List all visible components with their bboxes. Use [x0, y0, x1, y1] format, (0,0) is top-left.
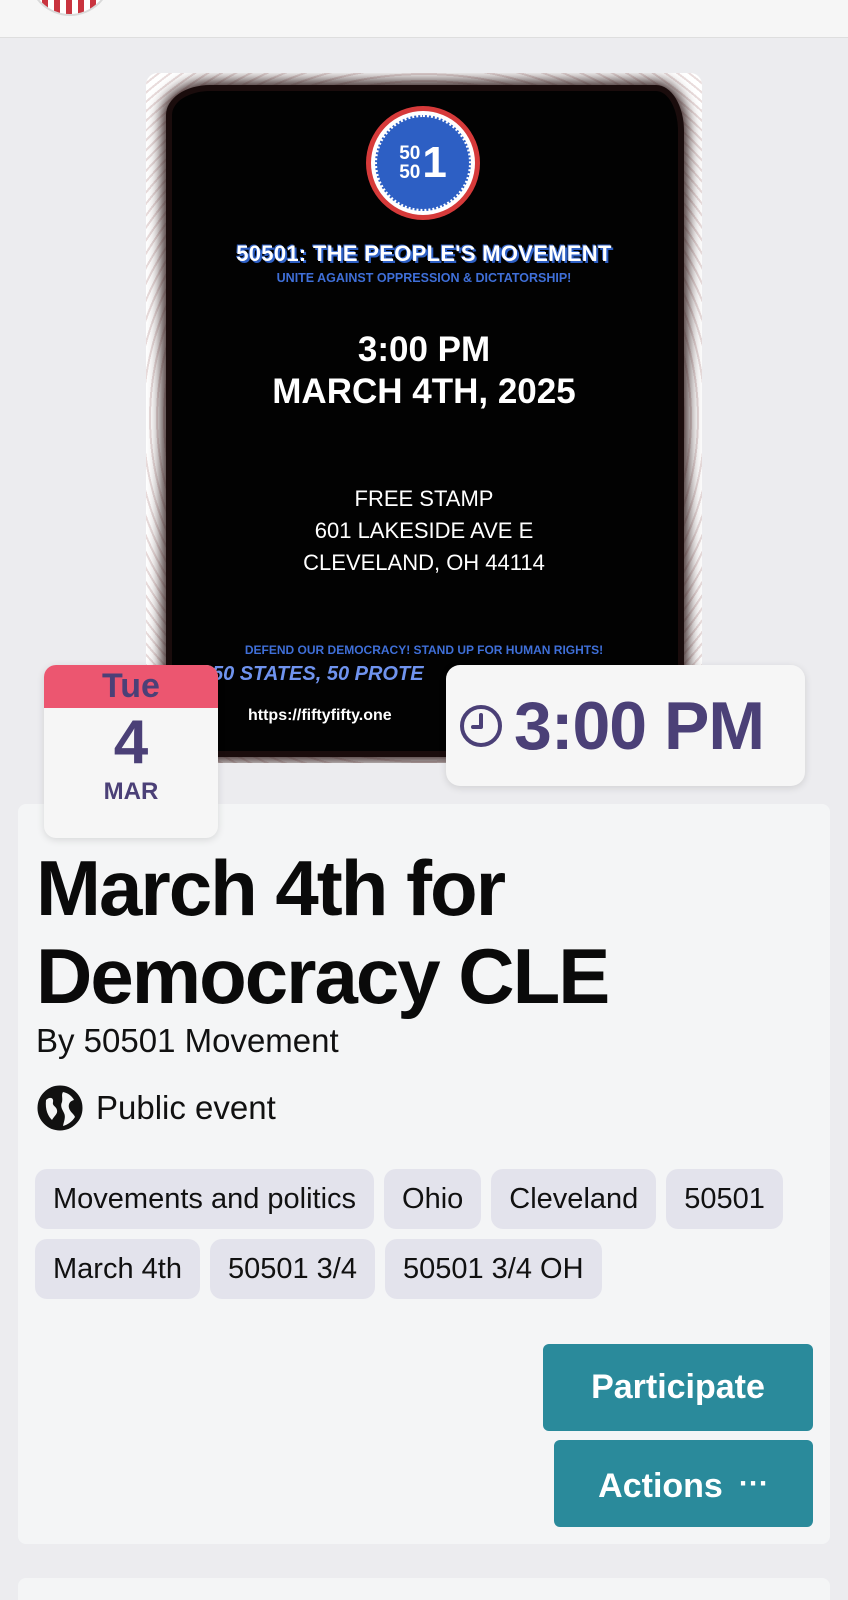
poster-address-line1: FREE STAMP: [354, 486, 494, 511]
event-poster-image: 50 50 1 50501: THE PEOPLE'S MOVEMENT UNI…: [146, 73, 702, 763]
tag-march-4th[interactable]: March 4th: [35, 1239, 200, 1299]
seal-big-text: 1: [422, 138, 447, 187]
event-visibility-label: Public event: [96, 1089, 276, 1126]
tag-50501[interactable]: 50501: [666, 1169, 783, 1229]
poster-date: MARCH 4TH, 2025: [272, 372, 576, 411]
site-logo[interactable]: [28, 0, 112, 16]
poster-defend-text: DEFEND OUR DEMOCRACY! STAND UP FOR HUMAN…: [244, 643, 604, 657]
calendar-date-badge: Tue 4 MAR: [44, 665, 218, 838]
tag-cleveland[interactable]: Cleveland: [491, 1169, 657, 1229]
event-time: 3:00 PM: [514, 687, 765, 764]
calendar-day: 4: [113, 708, 149, 777]
event-time-badge: 3:00 PM: [446, 665, 805, 786]
actions-button-label: Actions: [598, 1467, 723, 1505]
participate-button[interactable]: Participate: [543, 1344, 813, 1431]
event-organizer[interactable]: By 50501 Movement: [36, 1022, 339, 1060]
calendar-weekday: Tue: [44, 665, 218, 708]
top-bar: [0, 0, 848, 38]
poster-time: 3:00 PM: [357, 330, 491, 369]
poster-address-line2: 601 LAKESIDE AVE E: [314, 518, 534, 543]
seal-top-text: 50: [399, 143, 421, 164]
more-dots-icon: ···: [738, 1467, 769, 1500]
event-tags: Movements and politics Ohio Cleveland 50…: [35, 1169, 815, 1299]
event-details-card: March 4th for Democracy CLE By 50501 Mov…: [18, 804, 830, 1544]
tag-ohio[interactable]: Ohio: [384, 1169, 482, 1229]
poster-address: FREE STAMP 601 LAKESIDE AVE E CLEVELAND,…: [146, 483, 702, 579]
tag-movements-and-politics[interactable]: Movements and politics: [35, 1169, 375, 1229]
calendar-month: MAR: [103, 778, 159, 805]
poster-subheadline: UNITE AGAINST OPPRESSION & DICTATORSHIP!: [276, 271, 572, 285]
seal-mid-text: 50: [399, 162, 421, 183]
poster-states-text: 50 STATES, 50 PROTE: [212, 663, 424, 685]
event-visibility: Public event: [36, 1084, 276, 1132]
actions-button[interactable]: Actions ···: [554, 1440, 813, 1527]
tag-50501-3-4-oh[interactable]: 50501 3/4 OH: [384, 1239, 602, 1299]
poster-address-line3: CLEVELAND, OH 44114: [303, 550, 545, 575]
event-title: March 4th for Democracy CLE: [36, 844, 610, 1020]
clock-icon: [460, 704, 502, 747]
50501-logo: 50 50 1: [366, 106, 480, 220]
next-section-card: [18, 1578, 830, 1600]
poster-headline: 50501: THE PEOPLE'S MOVEMENT: [236, 241, 612, 266]
globe-icon: [37, 1085, 83, 1131]
tag-50501-3-4[interactable]: 50501 3/4: [209, 1239, 375, 1299]
poster-url: https://fiftyfifty.one: [248, 707, 392, 724]
